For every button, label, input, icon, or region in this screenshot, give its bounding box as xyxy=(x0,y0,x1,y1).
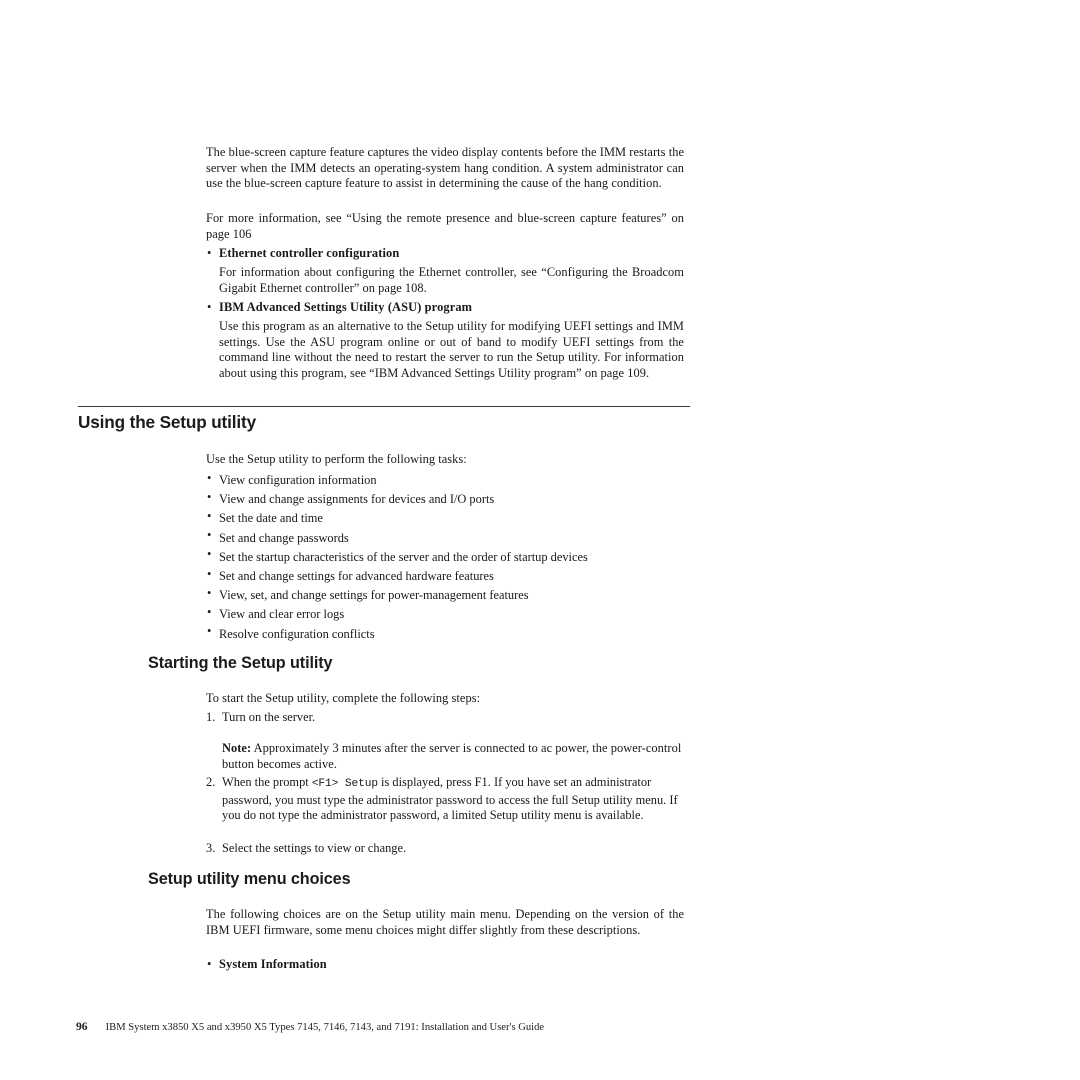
bullet-icon: • xyxy=(207,956,212,971)
step-number-3: 3. xyxy=(206,841,216,855)
list-item: • Set the startup characteristics of the… xyxy=(206,547,684,567)
f1-setup-prompt-code: <F1> Setup xyxy=(311,778,378,790)
bullet-icon: • xyxy=(207,299,212,314)
menu-choices-intro-block: The following choices are on the Setup u… xyxy=(206,907,684,938)
intro-bullet-asu: • IBM Advanced Settings Utility (ASU) pr… xyxy=(206,300,684,316)
using-setup-task-list: • View configuration information • View … xyxy=(206,471,684,644)
bullet-icon: • xyxy=(207,547,212,562)
list-item: • Set the date and time xyxy=(206,509,684,528)
list-item-label: View, set, and change settings for power… xyxy=(219,588,529,603)
bullet-icon: • xyxy=(207,528,212,543)
intro-bullet-ethernet: • Ethernet controller configuration xyxy=(206,246,684,262)
starting-setup-step-list-1: 1. Turn on the server. xyxy=(206,710,684,726)
intro-paragraph-1-block: The blue-screen capture feature captures… xyxy=(206,145,684,192)
bullet-icon: • xyxy=(207,470,212,485)
list-item: • View configuration information xyxy=(206,471,684,490)
list-item-label: View and clear error logs xyxy=(219,607,345,622)
list-item-label: Set and change passwords xyxy=(219,530,349,545)
menu-choices-list-block: • System Information xyxy=(206,957,684,973)
step-text: Select the settings to view or change. xyxy=(222,841,407,855)
menu-choices-list: • System Information xyxy=(206,957,684,973)
bullet-body-text: Use this program as an alternative to th… xyxy=(219,319,684,380)
using-setup-intro-text: Use the Setup utility to perform the fol… xyxy=(206,452,467,466)
list-item: • IBM Advanced Settings Utility (ASU) pr… xyxy=(206,300,684,316)
intro-paragraph-1: The blue-screen capture feature captures… xyxy=(206,145,684,191)
bullet-term-label: Ethernet controller configuration xyxy=(219,246,400,260)
bullet-icon: • xyxy=(207,585,212,600)
section-heading-setup-utility-menu-choices: Setup utility menu choices xyxy=(148,870,351,888)
bullet-term-label: IBM Advanced Settings Utility (ASU) prog… xyxy=(219,300,473,314)
bullet-icon: • xyxy=(207,566,212,581)
menu-choices-intro-text: The following choices are on the Setup u… xyxy=(206,907,684,937)
starting-setup-step-1-block: 1. Turn on the server. xyxy=(206,710,684,726)
starting-setup-step-list-3: 3. Select the settings to view or change… xyxy=(206,841,684,857)
intro-bullet-list-asu: • IBM Advanced Settings Utility (ASU) pr… xyxy=(206,300,684,316)
list-item: • System Information xyxy=(206,957,684,973)
list-item: 3. Select the settings to view or change… xyxy=(206,841,684,857)
note-paragraph: Note: Approximately 3 minutes after the … xyxy=(222,741,684,772)
list-item: • Resolve configuration conflicts xyxy=(206,624,684,644)
list-item: • Set and change settings for advanced h… xyxy=(206,567,684,586)
using-setup-intro-block: Use the Setup utility to perform the fol… xyxy=(206,452,684,468)
section-divider-rule xyxy=(78,406,690,408)
list-item: • View, set, and change settings for pow… xyxy=(206,586,684,605)
list-item-label: Set the startup characteristics of the s… xyxy=(219,549,588,564)
step-text-before: When the prompt xyxy=(222,775,312,789)
intro-bullet-ethernet-body-block: For information about configuring the Et… xyxy=(206,265,684,296)
bullet-icon: • xyxy=(207,604,212,619)
note-text: Approximately 3 minutes after the server… xyxy=(222,741,682,771)
section-heading-starting-setup-utility: Starting the Setup utility xyxy=(148,654,333,672)
intro-bullet-list-ethernet: • Ethernet controller configuration xyxy=(206,246,684,262)
list-item: 1. Turn on the server. xyxy=(206,710,684,726)
page-footer: 96 IBM System x3850 X5 and x3950 X5 Types… xyxy=(76,1020,544,1034)
page-number: 96 xyxy=(76,1020,88,1033)
menu-choice-label-system-information: System Information xyxy=(219,957,327,971)
page-title-using-setup-utility: Using the Setup utility xyxy=(78,412,256,432)
starting-setup-step-2-block: 2. When the prompt <F1> Setup is displaye… xyxy=(206,775,684,824)
note-label: Note: xyxy=(222,741,252,755)
list-item: 2. When the prompt <F1> Setup is displaye… xyxy=(206,775,684,824)
footer-document-title: IBM System x3850 X5 and x3950 X5 Types 7… xyxy=(105,1022,545,1033)
list-item-label: Set the date and time xyxy=(219,511,323,526)
step-number-2: 2. xyxy=(206,775,216,789)
starting-setup-intro-block: To start the Setup utility, complete the… xyxy=(206,691,684,707)
list-item-label: Resolve configuration conflicts xyxy=(219,626,375,641)
bullet-icon: • xyxy=(207,489,212,504)
list-item: • Ethernet controller configuration xyxy=(206,246,684,262)
list-item: • View and clear error logs xyxy=(206,605,684,624)
list-item: • View and change assignments for device… xyxy=(206,490,684,509)
step-text: Turn on the server. xyxy=(222,710,316,724)
list-item-label: View and change assignments for devices … xyxy=(219,492,495,507)
bullet-icon: • xyxy=(207,508,212,523)
starting-setup-intro-text: To start the Setup utility, complete the… xyxy=(206,691,481,705)
intro-paragraph-2: For more information, see “Using the rem… xyxy=(206,211,684,241)
starting-setup-step-list-2: 2. When the prompt <F1> Setup is displaye… xyxy=(206,775,684,824)
document-page: The blue-screen capture feature captures… xyxy=(0,0,1080,1080)
list-item-label: View configuration information xyxy=(219,473,377,487)
list-item: • Set and change passwords xyxy=(206,528,684,548)
intro-paragraph-2-block: For more information, see “Using the rem… xyxy=(206,211,684,242)
list-item-label: Set and change settings for advanced har… xyxy=(219,569,494,584)
bullet-icon: • xyxy=(207,245,212,260)
intro-bullet-asu-body-block: Use this program as an alternative to th… xyxy=(206,319,684,381)
using-setup-task-list-block: • View configuration information • View … xyxy=(206,471,684,644)
step-number-1: 1. xyxy=(206,710,216,724)
starting-setup-step-3-block: 3. Select the settings to view or change… xyxy=(206,841,684,857)
bullet-body-text: For information about configuring the Et… xyxy=(219,265,684,295)
bullet-icon: • xyxy=(207,624,212,639)
starting-setup-note-block: Note: Approximately 3 minutes after the … xyxy=(206,741,684,772)
